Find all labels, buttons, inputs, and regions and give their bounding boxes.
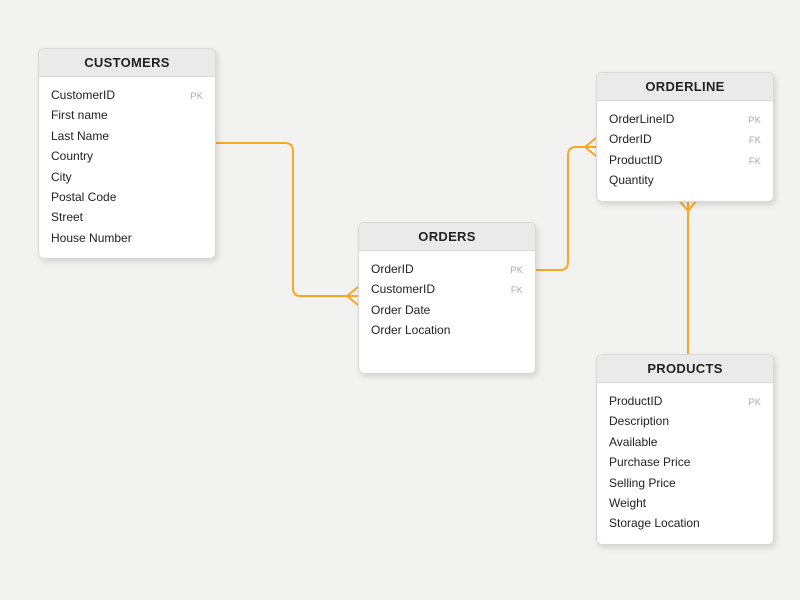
field-name: Street: [51, 207, 83, 227]
crowfoot-orderline-from-orders: [585, 138, 596, 156]
field-row: OrderID PK: [371, 259, 523, 279]
entity-customers-title: CUSTOMERS: [39, 49, 215, 77]
field-row: Order Location: [371, 320, 523, 340]
entity-orders-title: ORDERS: [359, 223, 535, 251]
field-row: Weight: [609, 493, 761, 513]
field-row: Selling Price: [609, 473, 761, 493]
field-name: ProductID: [609, 391, 662, 411]
field-name: CustomerID: [371, 279, 435, 299]
field-key: PK: [748, 113, 761, 128]
field-name: Order Location: [371, 320, 450, 340]
field-name: OrderID: [609, 129, 652, 149]
entity-orderline[interactable]: ORDERLINE OrderLineID PK OrderID FK Produc…: [596, 72, 774, 202]
field-key: FK: [511, 283, 523, 298]
field-name: Description: [609, 411, 669, 431]
field-row: Available: [609, 432, 761, 452]
field-row: Quantity: [609, 170, 761, 190]
field-row: City: [51, 167, 203, 187]
field-key: PK: [190, 89, 203, 104]
field-name: OrderLineID: [609, 109, 674, 129]
field-row: OrderLineID PK: [609, 109, 761, 129]
field-row: Country: [51, 146, 203, 166]
entity-orderline-body: OrderLineID PK OrderID FK ProductID FK Quan…: [597, 101, 773, 201]
field-row: House Number: [51, 228, 203, 248]
field-name: Last Name: [51, 126, 109, 146]
field-key: PK: [510, 263, 523, 278]
field-row: ProductID FK: [609, 150, 761, 170]
field-name: CustomerID: [51, 85, 115, 105]
field-name: City: [51, 167, 72, 187]
field-key: FK: [749, 133, 761, 148]
field-key: FK: [749, 154, 761, 169]
field-name: First name: [51, 105, 108, 125]
crowfoot-orderline-from-products: [679, 200, 697, 211]
field-row: Street: [51, 207, 203, 227]
field-key: PK: [748, 395, 761, 410]
rel-orders-orderline: [536, 147, 596, 270]
field-name: Country: [51, 146, 93, 166]
field-name: Postal Code: [51, 187, 116, 207]
field-row: Postal Code: [51, 187, 203, 207]
crowfoot-orders: [347, 287, 358, 305]
field-name: House Number: [51, 228, 132, 248]
field-name: ProductID: [609, 150, 662, 170]
entity-products-body: ProductID PK Description Available Purcha…: [597, 383, 773, 544]
field-row: OrderID FK: [609, 129, 761, 149]
field-name: Storage Location: [609, 513, 700, 533]
field-name: Available: [609, 432, 657, 452]
field-row: CustomerID PK: [51, 85, 203, 105]
entity-orders[interactable]: ORDERS OrderID PK CustomerID FK Order Date…: [358, 222, 536, 374]
entity-orders-body: OrderID PK CustomerID FK Order Date Order …: [359, 251, 535, 351]
field-name: Quantity: [609, 170, 654, 190]
field-row: Description: [609, 411, 761, 431]
field-name: Selling Price: [609, 473, 676, 493]
rel-customers-orders: [216, 143, 358, 296]
field-row: ProductID PK: [609, 391, 761, 411]
field-row: Purchase Price: [609, 452, 761, 472]
entity-orderline-title: ORDERLINE: [597, 73, 773, 101]
field-name: OrderID: [371, 259, 414, 279]
entity-products-title: PRODUCTS: [597, 355, 773, 383]
field-name: Order Date: [371, 300, 430, 320]
field-name: Weight: [609, 493, 646, 513]
field-row: Order Date: [371, 300, 523, 320]
field-row: Last Name: [51, 126, 203, 146]
entity-products[interactable]: PRODUCTS ProductID PK Description Availab…: [596, 354, 774, 545]
entity-customers-body: CustomerID PK First name Last Name Countr…: [39, 77, 215, 258]
field-row: CustomerID FK: [371, 279, 523, 299]
entity-customers[interactable]: CUSTOMERS CustomerID PK First name Last N…: [38, 48, 216, 259]
field-name: Purchase Price: [609, 452, 690, 472]
field-row: First name: [51, 105, 203, 125]
field-row: Storage Location: [609, 513, 761, 533]
